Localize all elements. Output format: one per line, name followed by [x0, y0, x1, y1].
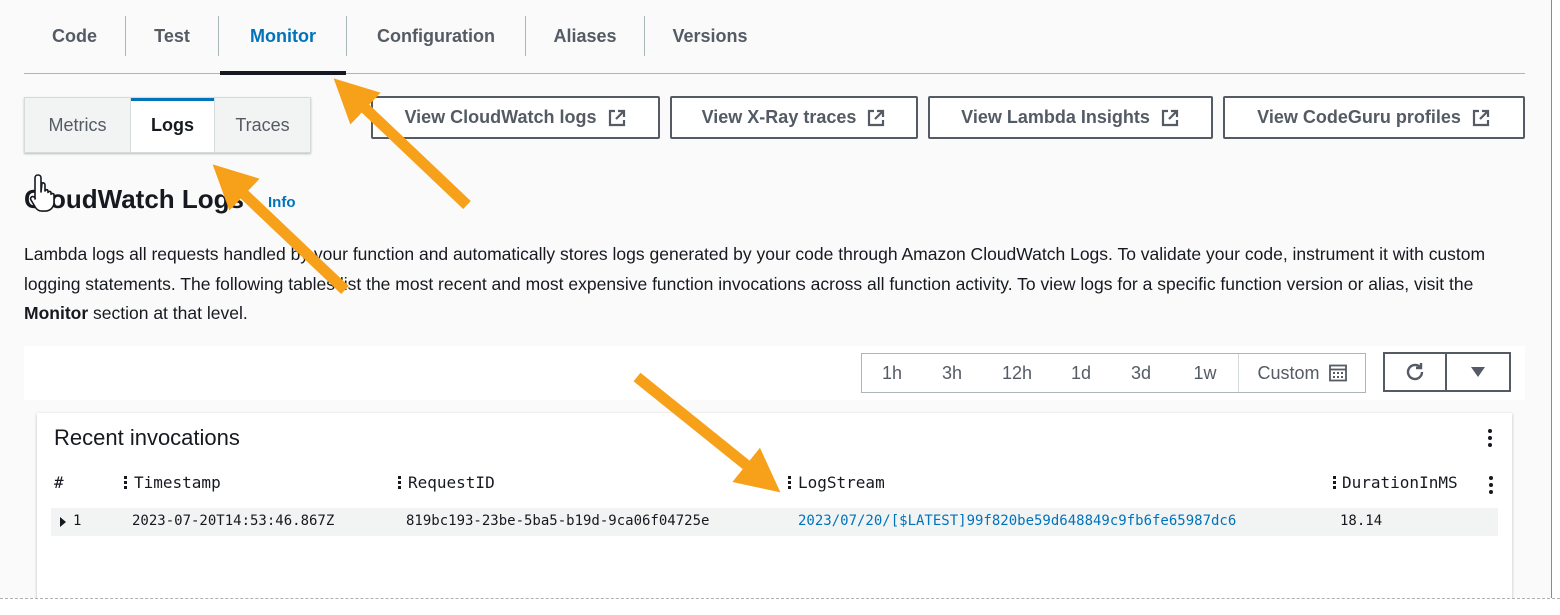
column-resize-handle[interactable]: [1333, 476, 1336, 489]
range-custom[interactable]: Custom: [1239, 354, 1365, 392]
caret-down-icon: [1471, 367, 1485, 377]
column-options-icon[interactable]: [1488, 476, 1494, 494]
tab-configuration[interactable]: Configuration: [347, 0, 525, 73]
time-range-selector: 1h 3h 12h 1d 3d 1w Custom: [861, 353, 1366, 393]
range-12h[interactable]: 12h: [982, 354, 1052, 392]
info-link[interactable]: Info: [268, 194, 296, 211]
tab-versions[interactable]: Versions: [645, 0, 775, 73]
cell-duration: 18.14: [1340, 513, 1383, 529]
button-label: View X-Ray traces: [701, 107, 857, 127]
description-text-end: section at that level.: [88, 303, 248, 323]
table-title: Recent invocations: [54, 425, 240, 450]
tab-test[interactable]: Test: [126, 0, 218, 73]
cell-timestamp: 2023-07-20T14:53:46.867Z: [132, 513, 335, 529]
custom-label: Custom: [1257, 362, 1320, 383]
column-resize-handle[interactable]: [788, 476, 791, 489]
recent-invocations-table: Recent invocations # Timestamp RequestID…: [37, 413, 1512, 605]
cell-index: 1: [73, 513, 82, 529]
column-resize-handle[interactable]: [398, 476, 401, 489]
tab-monitor[interactable]: Monitor: [220, 0, 346, 75]
calendar-icon: [1328, 364, 1347, 382]
tab-aliases[interactable]: Aliases: [526, 0, 644, 73]
column-header-timestamp[interactable]: Timestamp: [134, 473, 221, 492]
tab-divider: [218, 16, 219, 56]
table-row[interactable]: 1 2023-07-20T14:53:46.867Z 819bc193-23be…: [51, 508, 1498, 536]
refresh-icon: [1406, 363, 1424, 381]
range-1d[interactable]: 1d: [1052, 354, 1110, 392]
tab-code[interactable]: Code: [24, 0, 125, 73]
external-link-icon: [1161, 109, 1178, 126]
range-3d[interactable]: 3d: [1110, 354, 1172, 392]
column-header-index: #: [54, 473, 64, 492]
external-link-icon: [608, 109, 625, 126]
refresh-button[interactable]: [1383, 352, 1447, 392]
external-link-icon: [1472, 109, 1489, 126]
sub-tab-metrics[interactable]: Metrics: [25, 98, 130, 152]
range-1w[interactable]: 1w: [1172, 354, 1238, 392]
button-label: View CloudWatch logs: [404, 107, 597, 127]
table-options-icon[interactable]: [1487, 429, 1493, 447]
description-bold-text: Monitor: [24, 303, 89, 323]
view-xray-traces-button[interactable]: View X-Ray traces: [670, 96, 918, 139]
hand-cursor-icon: [29, 174, 55, 212]
time-range-bar: 1h 3h 12h 1d 3d 1w Custom: [24, 346, 1525, 400]
column-header-logstream[interactable]: LogStream: [798, 473, 885, 492]
sub-tab-traces[interactable]: Traces: [215, 98, 310, 152]
main-tab-bar: Code Test Monitor Configuration Aliases …: [24, 0, 1525, 75]
refresh-options-dropdown[interactable]: [1445, 352, 1511, 392]
cell-request-id: 819bc193-23be-5ba5-b19d-9ca06f04725e: [406, 513, 710, 529]
torn-edge: [0, 598, 1560, 615]
log-stream-link[interactable]: 2023/07/20/[$LATEST]99f820be59d648849c9f…: [798, 513, 1236, 529]
monitor-sub-tabs: Metrics Logs Traces: [24, 97, 311, 153]
range-3h[interactable]: 3h: [922, 354, 982, 392]
column-header-requestid[interactable]: RequestID: [408, 473, 495, 492]
view-codeguru-profiles-button[interactable]: View CodeGuru profiles: [1223, 96, 1525, 139]
lambda-monitor-panel: Code Test Monitor Configuration Aliases …: [0, 0, 1552, 606]
external-link-icon: [868, 109, 885, 126]
view-lambda-insights-button[interactable]: View Lambda Insights: [928, 96, 1213, 139]
range-1h[interactable]: 1h: [862, 354, 922, 392]
section-description: Lambda logs all requests handled by your…: [24, 240, 1534, 329]
button-label: View CodeGuru profiles: [1257, 107, 1461, 127]
sub-tab-logs[interactable]: Logs: [131, 98, 214, 152]
description-text: Lambda logs all requests handled by your…: [24, 244, 1486, 294]
button-label: View Lambda Insights: [961, 107, 1150, 127]
expand-row-icon[interactable]: [60, 517, 66, 527]
column-header-duration[interactable]: DurationInMS: [1342, 473, 1458, 492]
view-cloudwatch-logs-button[interactable]: View CloudWatch logs: [371, 96, 660, 139]
column-resize-handle[interactable]: [124, 476, 127, 489]
